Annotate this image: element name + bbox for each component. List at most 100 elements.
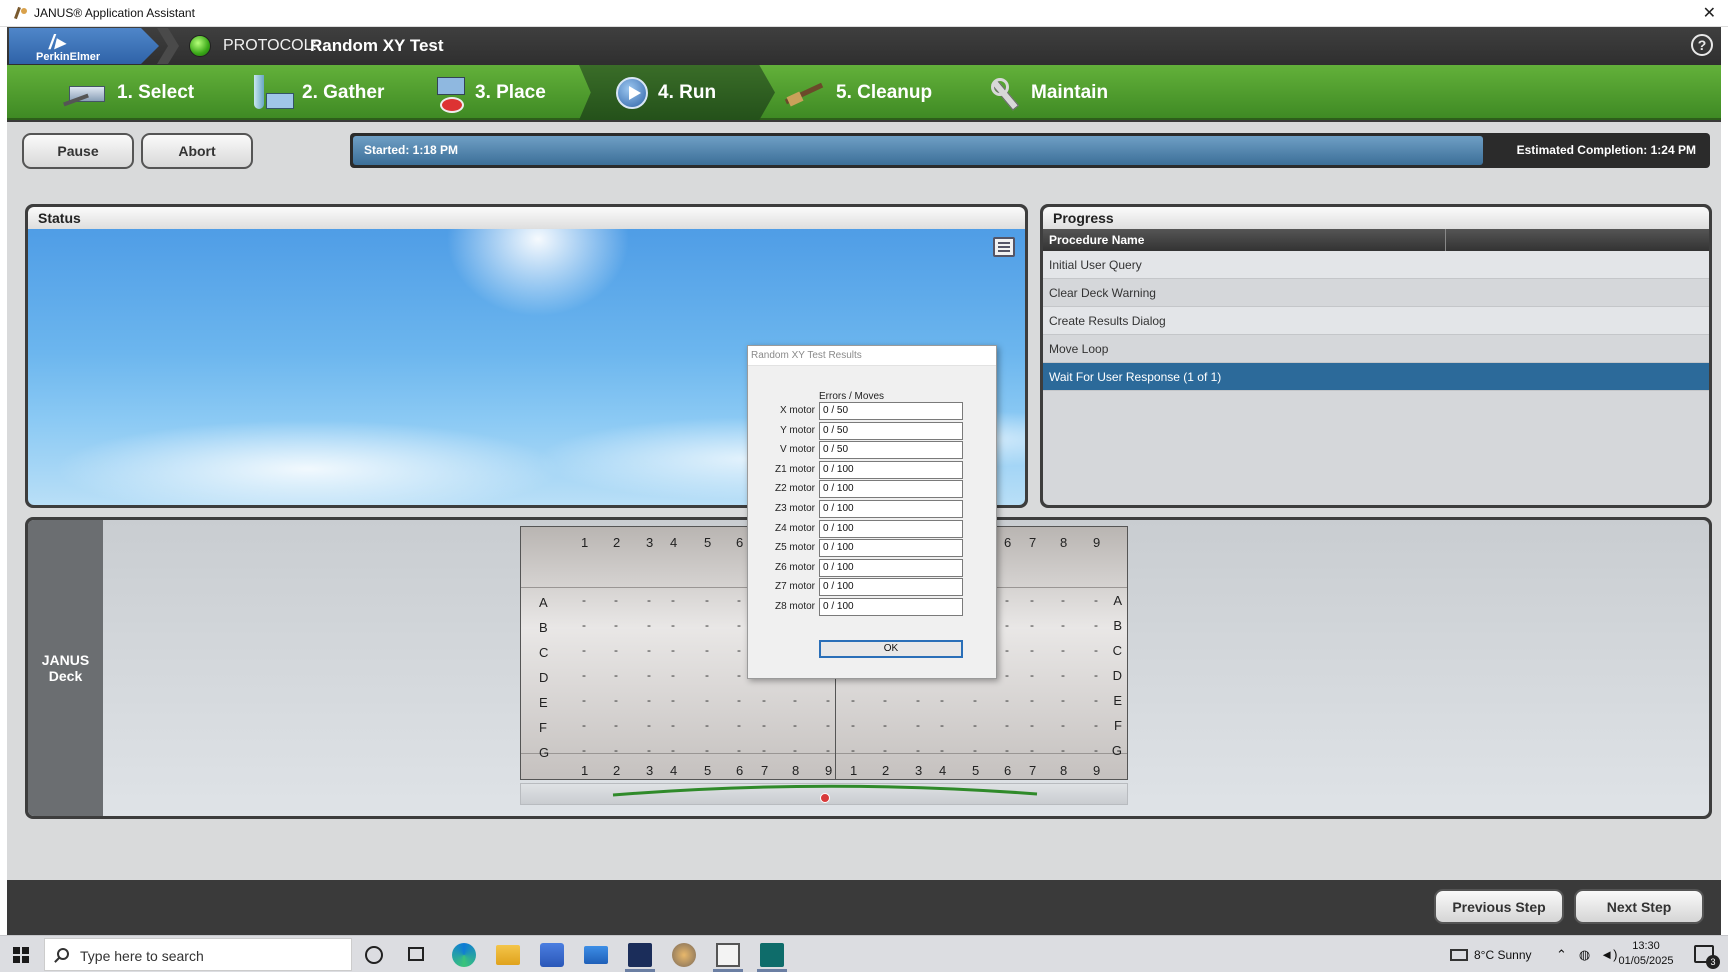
plate-row-label: A [1113,593,1122,608]
plate-column-label: 4 [670,535,678,550]
document-app-icon[interactable] [760,943,784,967]
motor-result-field[interactable]: 0 / 100 [819,500,963,518]
plate-well: - [582,718,586,732]
plate-well: - [1030,668,1034,682]
plate-column-label: 9 [1093,535,1101,550]
assistant-taskbar-icon[interactable] [716,943,740,967]
motor-label: Y motor [780,424,815,436]
weather-widget[interactable]: 8°C Sunny [1450,936,1532,972]
plate-row-label: A [539,595,548,610]
tool-app-icon[interactable] [672,943,696,967]
plate-column-label: 9 [825,763,833,778]
plate-well: - [1061,643,1065,657]
task-view-icon[interactable] [408,947,424,961]
tray-icons[interactable]: ⌃ ◍ ◄) [1556,936,1617,972]
table-row[interactable]: Clear Deck Warning [1043,279,1709,307]
motor-result-field[interactable]: 0 / 100 [819,578,963,597]
plate-well: - [647,593,651,607]
plate-column-label: 7 [761,763,769,778]
table-row[interactable]: Initial User Query [1043,251,1709,279]
plate-well: - [851,718,855,732]
motor-result-field[interactable]: 0 / 50 [819,441,963,460]
step-maintain[interactable]: Maintain [987,65,1108,120]
chevron-up-icon[interactable]: ⌃ [1556,947,1567,963]
plate-row-label: B [1113,618,1122,633]
notifications-icon[interactable]: 3 [1694,945,1720,969]
motor-result-field[interactable]: 0 / 100 [819,539,963,558]
plate-well: - [614,693,618,707]
deck-track [520,783,1128,805]
file-explorer-icon[interactable] [496,945,520,965]
plate-row-label: D [539,670,549,685]
motor-row: V motor 0 / 50 [748,440,998,460]
janus-taskbar-icon[interactable] [628,943,652,967]
taskbar-clock[interactable]: 13:30 01/05/2025 [1616,939,1676,969]
table-row[interactable]: Create Results Dialog [1043,307,1709,335]
plate-column-label: 8 [1060,763,1068,778]
help-icon[interactable]: ? [1691,34,1713,56]
mail-icon[interactable] [584,946,608,964]
plate-well: - [973,693,977,707]
progress-panel-title: Progress [1043,207,1709,229]
plate-column-label: 6 [1004,535,1012,550]
abort-button[interactable]: Abort [141,133,253,169]
plate-column-label: 8 [1060,535,1068,550]
motor-result-field[interactable]: 0 / 50 [819,402,963,420]
log-list-icon[interactable] [993,237,1015,257]
edge-browser-icon[interactable] [452,943,476,967]
pause-button[interactable]: Pause [22,133,134,169]
motor-row: X motor 0 / 50 [748,401,998,421]
plate-well: - [1061,743,1065,757]
table-row-selected[interactable]: Wait For User Response (1 of 1) [1043,363,1709,391]
plate-column-label: 7 [1029,535,1037,550]
plate-row-label: E [1113,693,1122,708]
motor-result-field[interactable]: 0 / 100 [819,480,963,499]
ok-button[interactable]: OK [819,640,963,658]
volume-icon[interactable]: ◄) [1600,947,1617,962]
previous-step-button[interactable]: Previous Step [1434,889,1564,924]
motor-result-field[interactable]: 0 / 100 [819,598,963,616]
step-gather[interactable]: 2. Gather [250,65,384,120]
motor-result-field[interactable]: 0 / 100 [819,558,963,577]
motor-label: Z3 motor [774,503,815,514]
plate-well: - [1005,643,1009,657]
motor-label: Z1 motor [774,463,815,475]
plate-well: - [883,718,887,732]
store-icon[interactable] [540,943,564,967]
step-place[interactable]: 3. Place [435,65,546,120]
plate-row-label: E [539,695,548,710]
windows-start-icon[interactable] [13,947,29,963]
motor-result-field[interactable]: 0 / 100 [819,460,963,479]
step-select[interactable]: 1. Select [63,65,194,120]
motor-result-field[interactable]: 0 / 100 [819,519,963,538]
clock-date: 01/05/2025 [1618,955,1674,967]
plate-well: - [614,643,618,657]
plate-well: - [793,693,797,707]
plate-row-label: F [1114,718,1122,733]
plate-well: - [793,743,797,757]
step-run[interactable]: 4. Run [579,65,775,120]
plate-well: - [582,743,586,757]
step-cleanup[interactable]: 5. Cleanup [782,65,932,120]
motor-result-field[interactable]: 0 / 50 [819,421,963,440]
step-maintain-label: Maintain [1031,81,1109,103]
taskbar-search[interactable]: Type here to search [44,938,352,971]
protocol-label: PROTOCOL: [223,37,317,54]
motor-row: Z3 motor 0 / 100 [748,499,998,519]
plate-well: - [737,668,741,682]
plate-well: - [737,643,741,657]
plate-well: - [705,593,709,607]
next-step-button[interactable]: Next Step [1574,889,1704,924]
weather-icon [1450,948,1468,961]
table-row[interactable]: Move Loop [1043,335,1709,363]
plate-well: - [1061,618,1065,632]
plate-well: - [582,693,586,707]
plate-column-label: 9 [1093,763,1101,778]
search-icon [57,948,69,960]
cortana-icon[interactable] [365,946,383,964]
network-icon[interactable]: ◍ [1579,947,1590,963]
motor-label: Z4 motor [774,522,815,534]
plate-column-label: 2 [882,763,890,778]
close-icon[interactable]: ✕ [1703,3,1716,23]
plate-well: - [1094,643,1098,657]
